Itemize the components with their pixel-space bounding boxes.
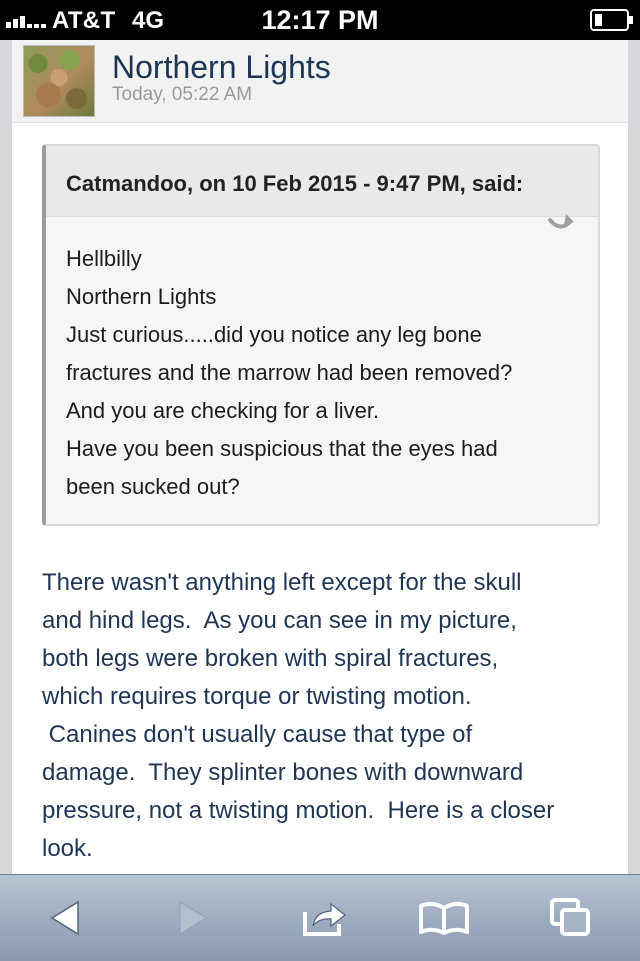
post-line: damage. They splinter bones with downwar… bbox=[42, 759, 524, 786]
share-icon bbox=[303, 902, 346, 936]
status-bar: AT&T 4G 12:17 PM bbox=[0, 0, 640, 40]
battery-icon bbox=[590, 9, 633, 31]
quote-line: Hellbilly bbox=[66, 246, 142, 271]
back-button[interactable] bbox=[36, 893, 96, 943]
post-body: There wasn't anything left except for th… bbox=[42, 564, 622, 868]
post-author[interactable]: Northern Lights bbox=[112, 49, 331, 86]
quote-line: Have you been suspicious that the eyes h… bbox=[66, 436, 498, 461]
post-line: look. bbox=[42, 835, 93, 862]
back-arrow-icon bbox=[50, 900, 79, 936]
bookmarks-button[interactable] bbox=[414, 893, 474, 943]
quote-text: Hellbilly Northern Lights Just curious..… bbox=[66, 240, 586, 506]
quote-citation: Catmandoo, on 10 Feb 2015 - 9:47 PM, sai… bbox=[66, 171, 524, 196]
quote-line: Just curious.....did you notice any leg … bbox=[66, 322, 482, 347]
post-line: Canines don't usually cause that type of bbox=[42, 721, 473, 748]
quote-line: fractures and the marrow had been remove… bbox=[66, 360, 513, 385]
forward-arrow-icon bbox=[179, 901, 207, 935]
quote-line: Northern Lights bbox=[66, 284, 217, 309]
forum-post: Northern Lights Today, 05:22 AM Catmando… bbox=[12, 40, 628, 874]
quote-block: Catmandoo, on 10 Feb 2015 - 9:47 PM, sai… bbox=[42, 144, 600, 526]
quote-link-arrow-icon[interactable] bbox=[546, 210, 576, 234]
post-line: and hind legs. As you can see in my pict… bbox=[42, 607, 517, 634]
forward-button[interactable] bbox=[162, 893, 222, 943]
share-button[interactable] bbox=[294, 893, 354, 943]
bookmarks-icon bbox=[419, 901, 469, 935]
post-header: Northern Lights Today, 05:22 AM bbox=[12, 40, 628, 123]
tabs-button[interactable] bbox=[540, 893, 600, 943]
post-line: both legs were broken with spiral fractu… bbox=[42, 645, 499, 672]
browser-toolbar bbox=[0, 874, 640, 961]
post-line: which requires torque or twisting motion… bbox=[42, 683, 472, 710]
post-line: pressure, not a twisting motion. Here is… bbox=[42, 797, 555, 824]
post-timestamp: Today, 05:22 AM bbox=[112, 84, 253, 105]
post-line: There wasn't anything left except for th… bbox=[42, 569, 522, 596]
quote-line: And you are checking for a liver. bbox=[66, 398, 380, 423]
tabs-icon bbox=[550, 898, 590, 936]
quote-header: Catmandoo, on 10 Feb 2015 - 9:47 PM, sai… bbox=[46, 146, 598, 217]
avatar[interactable] bbox=[23, 45, 95, 117]
status-time: 12:17 PM bbox=[261, 5, 379, 35]
quote-line: been sucked out? bbox=[66, 474, 240, 499]
